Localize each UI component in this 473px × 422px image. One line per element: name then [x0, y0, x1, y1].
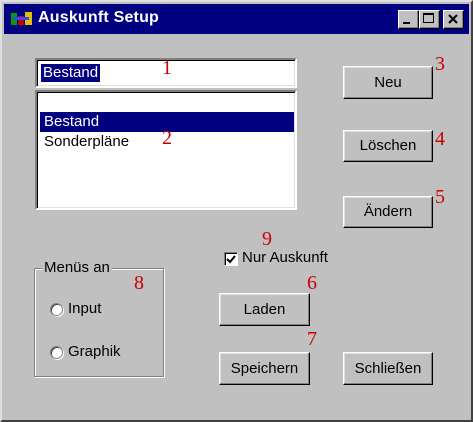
- close-icon: [448, 14, 458, 24]
- annotation-number: 8: [134, 272, 144, 294]
- schliessen-button[interactable]: Schließen: [343, 352, 433, 385]
- input-radio-label[interactable]: Input: [68, 300, 101, 317]
- title-bar[interactable]: Auskunft Setup: [4, 4, 469, 34]
- close-button[interactable]: [443, 10, 464, 29]
- annotation-number: 2: [162, 127, 172, 149]
- listbox[interactable]: Bestand Sonderpläne: [35, 90, 297, 210]
- nur-auskunft-checkbox[interactable]: [224, 252, 238, 266]
- speichern-button[interactable]: Speichern: [219, 352, 310, 385]
- input-radio[interactable]: [50, 303, 63, 316]
- checkmark-icon: [226, 255, 236, 264]
- menues-group-label: Menüs an: [42, 259, 112, 276]
- name-input-value: Bestand: [41, 64, 101, 82]
- nur-auskunft-label[interactable]: Nur Auskunft: [242, 249, 328, 266]
- graphik-radio-label[interactable]: Graphik: [68, 343, 121, 360]
- annotation-number: 1: [162, 57, 172, 79]
- annotation-number: 6: [307, 272, 317, 294]
- minimize-button[interactable]: [398, 10, 419, 29]
- dialog-window: Auskunft Setup Bestand Bestand Sonderplä…: [0, 0, 473, 422]
- minimize-icon: [403, 22, 410, 24]
- maximize-icon: [423, 13, 434, 23]
- laden-button[interactable]: Laden: [219, 293, 310, 326]
- annotation-number: 7: [307, 328, 317, 350]
- app-icon: [11, 12, 32, 25]
- annotation-number: 5: [435, 186, 445, 208]
- annotation-number: 9: [262, 228, 272, 250]
- annotation-number: 3: [435, 53, 445, 75]
- menues-groupbox: [34, 268, 164, 377]
- maximize-button[interactable]: [419, 10, 440, 29]
- window-title: Auskunft Setup: [38, 9, 160, 26]
- aendern-button[interactable]: Ändern: [343, 196, 433, 228]
- loeschen-button[interactable]: Löschen: [343, 130, 433, 162]
- graphik-radio[interactable]: [50, 346, 63, 359]
- annotation-number: 4: [435, 128, 445, 150]
- neu-button[interactable]: Neu: [343, 66, 433, 99]
